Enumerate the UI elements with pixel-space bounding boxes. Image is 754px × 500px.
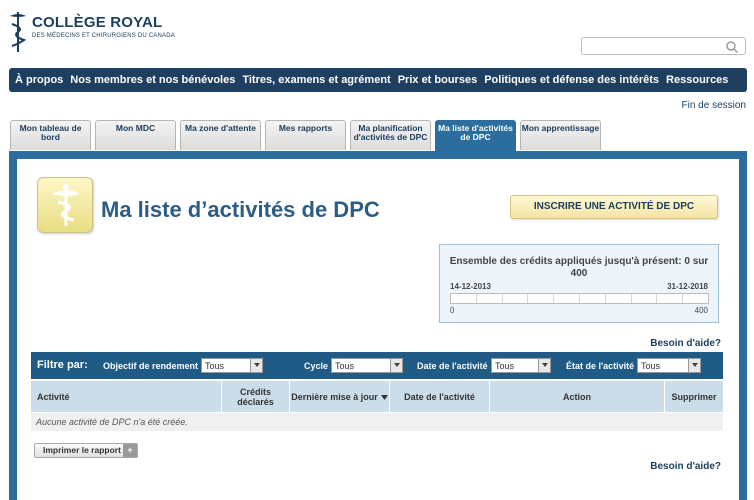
state-filter-select[interactable]: Tous [637,358,701,373]
objective-filter-value: Tous [205,361,225,371]
state-filter-value: Tous [641,361,661,371]
nav-item-awards[interactable]: Prix et bourses [398,74,477,86]
tab-learning[interactable]: Mon apprentissage [520,120,601,150]
panel-content: Ma liste d’activités de DPC INSCRIRE UNE… [17,159,739,500]
progress-min: 0 [450,306,455,315]
chevron-down-icon [250,359,262,372]
column-last-update-label: Dernière mise à jour [291,391,378,402]
search-input[interactable] [586,38,726,54]
table-header: Activité Crédits déclarés Dernière mise … [31,381,723,412]
cycle-filter-label: Cycle [304,361,329,371]
cycle-filter-value: Tous [335,361,355,371]
date-filter-select[interactable]: Tous [491,358,551,373]
tab-planning[interactable]: Ma planification d'activités de DPC [350,120,431,150]
plus-icon: + [123,444,137,457]
tab-mdc[interactable]: Mon MDC [95,120,176,150]
credits-total: 400 [570,268,588,279]
tab-reports[interactable]: Mes rapports [265,120,346,150]
logout-link[interactable]: Fin de session [682,100,746,111]
column-action: Action [490,381,665,412]
page-title: Ma liste d’activités de DPC [101,197,380,222]
objective-filter-label: Objectif de rendement [103,361,199,371]
tab-activity-list[interactable]: Ma liste d'activités de DPC [435,120,516,152]
column-credits[interactable]: Crédits déclarés [222,381,290,412]
credits-title: Ensemble des crédits appliqués jusqu'à p… [449,256,709,267]
help-link-bottom[interactable]: Besoin d'aide? [650,461,721,472]
logo-subtitle: DES MÉDECINS ET CHIRURGIENS DU CANADA [32,33,175,39]
nav-item-about[interactable]: À propos [15,74,63,86]
nav-item-resources[interactable]: Ressources [666,74,728,86]
tab-dashboard[interactable]: Mon tableau de bord [10,120,91,150]
logo-name: COLLÈGE ROYAL [32,14,163,31]
sort-down-icon [380,392,388,402]
date-filter-label: Date de l'activité [417,361,488,371]
state-filter-label: État de l'activité [566,361,635,371]
college-logo[interactable]: COLLÈGE ROYAL DES MÉDECINS ET CHIRURGIEN… [8,10,175,54]
filter-bar: Filtre par: Objectif de rendement Tous C… [31,352,723,379]
cycle-start-date: 14-12-2013 [450,282,491,291]
column-last-update[interactable]: Dernière mise à jour [290,381,390,412]
nav-item-members[interactable]: Nos membres et nos bénévoles [70,74,235,86]
chevron-down-icon [538,359,550,372]
main-panel: Ma liste d’activités de DPC INSCRIRE UNE… [9,151,747,500]
column-delete: Supprimer [671,391,717,402]
register-activity-button[interactable]: INSCRIRE UNE ACTIVITÉ DE DPC [510,195,718,219]
chevron-down-icon [390,359,402,372]
column-activity[interactable]: Activité [31,381,222,412]
progress-max: 400 [694,306,708,315]
caduceus-icon [8,10,28,54]
cycle-filter-select[interactable]: Tous [331,358,403,373]
print-report-button[interactable]: Imprimer le rapport + [34,443,138,458]
filter-label: Filtre par: [37,359,88,371]
empty-table-message: Aucune activité de DPC n'a été créée. [31,413,723,431]
main-nav: À propos Nos membres et nos bénévoles Ti… [9,68,747,92]
tab-waiting-zone[interactable]: Ma zone d'attente [180,120,261,150]
print-report-label: Imprimer le rapport [43,445,121,455]
credits-progress-bar [450,293,709,304]
column-activity-date[interactable]: Date de l'activité [390,381,490,412]
search-box [581,37,746,55]
caduceus-page-icon [37,177,93,233]
search-icon[interactable] [725,40,739,54]
nav-item-credentials[interactable]: Titres, examens et agrément [242,74,390,86]
nav-item-policy[interactable]: Politiques et défense des intérêts [484,74,659,86]
help-link[interactable]: Besoin d'aide? [650,338,721,349]
cycle-end-date: 31-12-2018 [667,282,708,291]
date-filter-value: Tous [495,361,515,371]
objective-filter-select[interactable]: Tous [201,358,263,373]
chevron-down-icon [688,359,700,372]
header: COLLÈGE ROYAL DES MÉDECINS ET CHIRURGIEN… [0,0,754,66]
tab-bar: Mon tableau de bord Mon MDC Ma zone d'at… [10,120,605,152]
credits-summary: Ensemble des crédits appliqués jusqu'à p… [439,244,719,323]
